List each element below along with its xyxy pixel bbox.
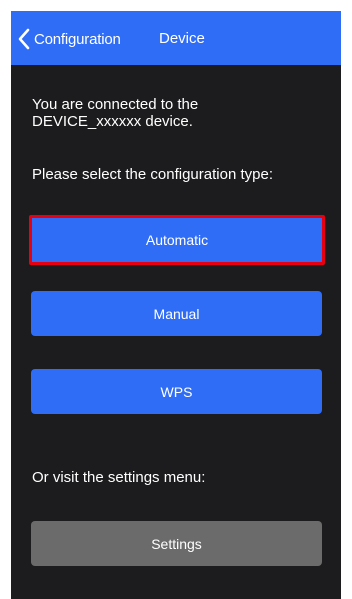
page-title: Device: [159, 30, 205, 47]
back-button-label: Configuration: [34, 30, 121, 48]
automatic-button[interactable]: Automatic: [29, 215, 325, 265]
wps-button[interactable]: WPS: [31, 369, 322, 414]
settings-button[interactable]: Settings: [31, 521, 322, 566]
connection-message-line-2: DEVICE_xxxxxx device.: [32, 113, 193, 130]
back-button[interactable]: Configuration: [17, 27, 121, 51]
navigation-bar: Configuration Device: [11, 11, 341, 65]
chevron-left-icon: [18, 28, 30, 50]
manual-button-label: Manual: [153, 305, 200, 322]
settings-button-label: Settings: [151, 535, 202, 552]
connection-message-line-1: You are connected to the: [32, 96, 199, 113]
configuration-type-prompt: Please select the configuration type:: [32, 166, 273, 183]
manual-button[interactable]: Manual: [31, 291, 322, 336]
automatic-button-label: Automatic: [145, 232, 209, 248]
settings-menu-prompt: Or visit the settings menu:: [32, 469, 206, 486]
wps-button-label: WPS: [160, 383, 193, 400]
app-screen: Configuration Device You are connected t…: [11, 11, 341, 599]
connection-message: You are connected to the DEVICE_xxxxxx d…: [32, 96, 322, 130]
